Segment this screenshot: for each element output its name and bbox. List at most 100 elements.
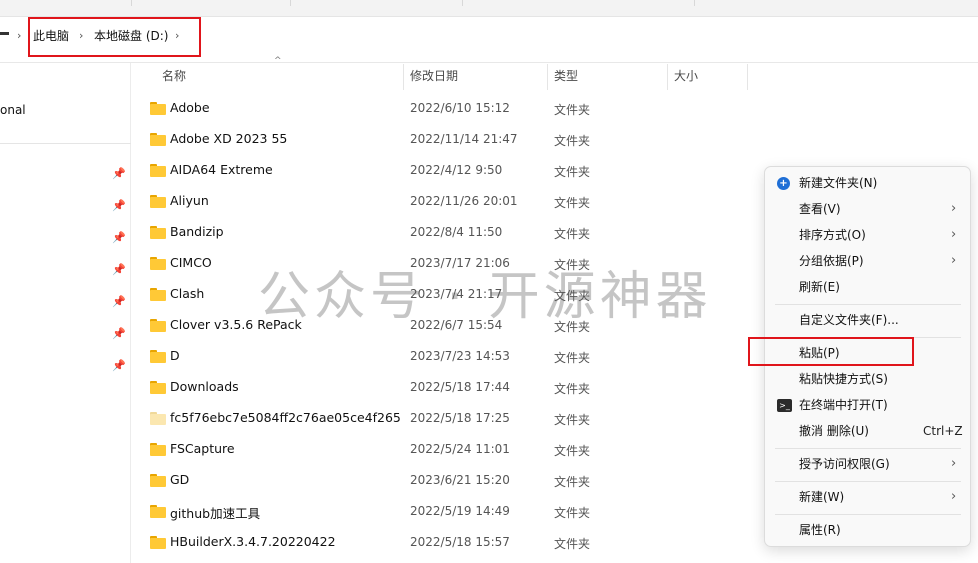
folder-icon bbox=[150, 133, 166, 146]
file-row[interactable]: Adobe XD 2023 55 2022/11/14 21:47 文件夹 bbox=[140, 125, 760, 156]
file-name: Adobe XD 2023 55 bbox=[170, 131, 288, 146]
pin-icon[interactable]: 📌 bbox=[112, 263, 126, 277]
file-date: 2022/11/14 21:47 bbox=[410, 132, 518, 146]
file-type: 文件夹 bbox=[554, 165, 591, 179]
file-name: FSCapture bbox=[170, 441, 235, 456]
pin-icon[interactable]: 📌 bbox=[112, 199, 126, 213]
pin-icon[interactable]: 📌 bbox=[112, 167, 126, 181]
pin-icon[interactable]: 📌 bbox=[112, 295, 126, 309]
new-folder-icon: + bbox=[777, 177, 790, 190]
menu-item-new-folder[interactable]: + 新建文件夹(N) bbox=[765, 171, 970, 195]
file-name: Aliyun bbox=[170, 193, 209, 208]
shortcut-label: Ctrl+Z bbox=[923, 424, 963, 438]
column-header-name[interactable]: 名称 bbox=[162, 64, 186, 90]
column-separator[interactable] bbox=[667, 64, 668, 90]
folder-icon bbox=[150, 257, 166, 270]
menu-item-undo-delete[interactable]: 撤消 删除(U) Ctrl+Z bbox=[765, 419, 970, 443]
column-header-type[interactable]: 类型 bbox=[554, 64, 578, 90]
file-type: 文件夹 bbox=[554, 351, 591, 365]
file-type: 文件夹 bbox=[554, 227, 591, 241]
file-type: 文件夹 bbox=[554, 413, 591, 427]
menu-item-refresh[interactable]: 刷新(E) bbox=[765, 275, 970, 299]
file-row[interactable]: Bandizip 2022/8/4 11:50 文件夹 bbox=[140, 218, 760, 249]
menu-item-grant-access[interactable]: 授予访问权限(G) › bbox=[765, 452, 970, 476]
strip-divider bbox=[694, 0, 695, 6]
menu-item-properties[interactable]: 属性(R) bbox=[765, 518, 970, 542]
file-row[interactable]: Downloads 2022/5/18 17:44 文件夹 bbox=[140, 373, 760, 404]
file-row[interactable]: Aliyun 2022/11/26 20:01 文件夹 bbox=[140, 187, 760, 218]
nav-dash-icon bbox=[0, 32, 9, 35]
file-name: Clash bbox=[170, 286, 205, 301]
nav-item-partial[interactable]: onal bbox=[0, 103, 26, 117]
folder-icon bbox=[150, 195, 166, 208]
file-row[interactable]: D 2023/7/23 14:53 文件夹 bbox=[140, 342, 760, 373]
file-type: 文件夹 bbox=[554, 475, 591, 489]
file-name: Adobe bbox=[170, 100, 210, 115]
pin-icon[interactable]: 📌 bbox=[112, 327, 126, 341]
file-date: 2022/5/18 17:25 bbox=[410, 411, 510, 425]
chevron-right-icon: › bbox=[951, 253, 957, 268]
file-date: 2022/5/24 11:01 bbox=[410, 442, 510, 456]
folder-icon bbox=[150, 319, 166, 332]
file-name: AIDA64 Extreme bbox=[170, 162, 273, 177]
folder-icon bbox=[150, 350, 166, 363]
file-date: 2022/4/12 9:50 bbox=[410, 163, 503, 177]
file-type: 文件夹 bbox=[554, 506, 591, 520]
file-name: D bbox=[170, 348, 180, 363]
menu-item-view[interactable]: 查看(V) › bbox=[765, 197, 970, 221]
watermark-text: 公众号 · 开源神器 bbox=[258, 267, 712, 327]
file-row[interactable]: FSCapture 2022/5/24 11:01 文件夹 bbox=[140, 435, 760, 466]
menu-item-group[interactable]: 分组依据(P) › bbox=[765, 249, 970, 273]
highlight-box-breadcrumb bbox=[28, 17, 201, 57]
file-type: 文件夹 bbox=[554, 537, 591, 551]
column-header-date[interactable]: 修改日期 bbox=[410, 64, 458, 90]
chevron-right-icon[interactable]: › bbox=[17, 27, 21, 45]
file-name: fc5f76ebc7e5084ff2c76ae05ce4f265 bbox=[170, 410, 401, 425]
folder-icon bbox=[150, 443, 166, 456]
column-header-size[interactable]: 大小 bbox=[674, 64, 698, 90]
file-row[interactable]: fc5f76ebc7e5084ff2c76ae05ce4f265 2022/5/1… bbox=[140, 404, 760, 435]
file-date: 2022/5/18 15:57 bbox=[410, 535, 510, 549]
pin-icon[interactable]: 📌 bbox=[112, 359, 126, 373]
folder-icon bbox=[150, 288, 166, 301]
chevron-right-icon: › bbox=[951, 456, 957, 471]
pin-icon[interactable]: 📌 bbox=[112, 231, 126, 245]
folder-icon bbox=[150, 102, 166, 115]
file-type: 文件夹 bbox=[554, 382, 591, 396]
file-type: 文件夹 bbox=[554, 134, 591, 148]
menu-item-customize-folder[interactable]: 自定义文件夹(F)... bbox=[765, 308, 970, 332]
file-date: 2022/5/18 17:44 bbox=[410, 380, 510, 394]
column-separator[interactable] bbox=[547, 64, 548, 90]
folder-icon bbox=[150, 381, 166, 394]
file-date: 2022/6/10 15:12 bbox=[410, 101, 510, 115]
file-name: HBuilderX.3.4.7.20220422 bbox=[170, 534, 336, 549]
sort-up-icon: ^ bbox=[274, 56, 282, 66]
file-type: 文件夹 bbox=[554, 444, 591, 458]
title-strip bbox=[0, 0, 978, 17]
file-row[interactable]: github加速工具 2022/5/19 14:49 文件夹 bbox=[140, 497, 760, 528]
file-row[interactable]: HBuilderX.3.4.7.20220422 2022/5/18 15:57 文… bbox=[140, 528, 760, 559]
file-type: 文件夹 bbox=[554, 103, 591, 117]
menu-item-open-terminal[interactable]: >_ 在终端中打开(T) bbox=[765, 393, 970, 417]
menu-item-new[interactable]: 新建(W) › bbox=[765, 485, 970, 509]
file-date: 2022/5/19 14:49 bbox=[410, 504, 510, 518]
menu-item-sort[interactable]: 排序方式(O) › bbox=[765, 223, 970, 247]
strip-divider bbox=[131, 0, 132, 6]
file-row[interactable]: Adobe 2022/6/10 15:12 文件夹 bbox=[140, 94, 760, 125]
menu-item-paste-shortcut[interactable]: 粘贴快捷方式(S) bbox=[765, 367, 970, 391]
folder-icon bbox=[150, 505, 166, 518]
column-separator[interactable] bbox=[747, 64, 748, 90]
file-date: 2022/8/4 11:50 bbox=[410, 225, 503, 239]
file-name: Bandizip bbox=[170, 224, 224, 239]
menu-divider bbox=[775, 514, 961, 515]
chevron-right-icon: › bbox=[951, 227, 957, 242]
menu-divider bbox=[775, 448, 961, 449]
folder-icon bbox=[150, 164, 166, 177]
file-row[interactable]: AIDA64 Extreme 2022/4/12 9:50 文件夹 bbox=[140, 156, 760, 187]
folder-icon bbox=[150, 474, 166, 487]
chevron-right-icon: › bbox=[951, 201, 957, 216]
file-date: 2023/7/23 14:53 bbox=[410, 349, 510, 363]
strip-divider bbox=[290, 0, 291, 6]
column-separator[interactable] bbox=[403, 64, 404, 90]
file-row[interactable]: GD 2023/6/21 15:20 文件夹 bbox=[140, 466, 760, 497]
